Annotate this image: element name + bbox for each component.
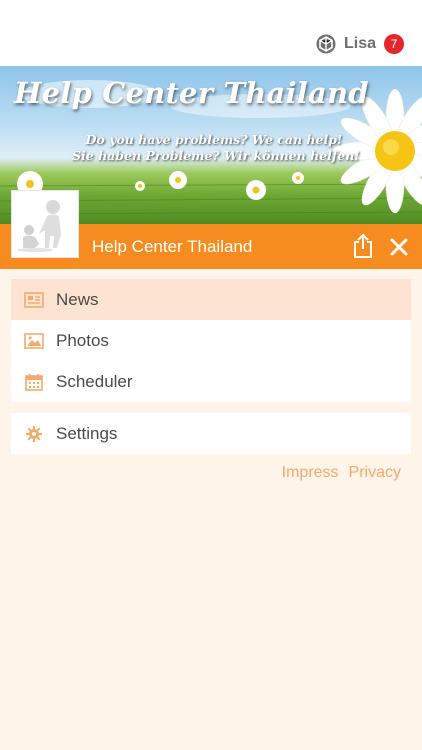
menu-item-settings[interactable]: Settings	[11, 413, 411, 454]
menu-item-label: Scheduler	[56, 371, 133, 391]
helping-figures-avatar-icon	[17, 200, 61, 252]
top-bar: Lisa 7	[0, 0, 422, 66]
menu-item-photos[interactable]: Photos	[11, 320, 411, 361]
image-icon	[24, 332, 44, 350]
title-bar-title: Help Center Thailand	[92, 237, 253, 256]
primary-menu: News Photos Scheduler	[11, 279, 411, 402]
cube-logo-icon	[316, 34, 336, 54]
user-name: Lisa	[343, 35, 376, 52]
banner-subtitle-en: Do you have problems? We can help!	[85, 132, 343, 147]
share-icon	[354, 233, 372, 258]
secondary-menu: Settings	[11, 413, 411, 454]
share-button[interactable]	[350, 232, 376, 260]
impress-link[interactable]: Impress	[282, 464, 339, 482]
menu-item-label: News	[56, 289, 99, 309]
notification-badge[interactable]: 7	[384, 34, 404, 54]
calendar-icon	[24, 373, 44, 391]
avatar[interactable]	[11, 190, 79, 258]
footer-links: Impress Privacy	[282, 464, 401, 482]
banner-subtitle-de: Sie haben Probleme? Wir können helfen!	[72, 148, 360, 163]
gear-icon	[24, 425, 44, 443]
menu-item-label: Settings	[56, 423, 118, 443]
user-menu[interactable]: Lisa 7	[316, 32, 404, 56]
newspaper-icon	[24, 291, 44, 309]
menu-item-scheduler[interactable]: Scheduler	[11, 361, 411, 402]
menu-item-label: Photos	[56, 330, 109, 350]
banner-title: Help Center Thailand	[14, 76, 369, 110]
privacy-link[interactable]: Privacy	[349, 464, 401, 482]
menu-item-news[interactable]: News	[11, 279, 411, 320]
close-icon	[390, 238, 408, 256]
close-button[interactable]	[386, 234, 412, 260]
